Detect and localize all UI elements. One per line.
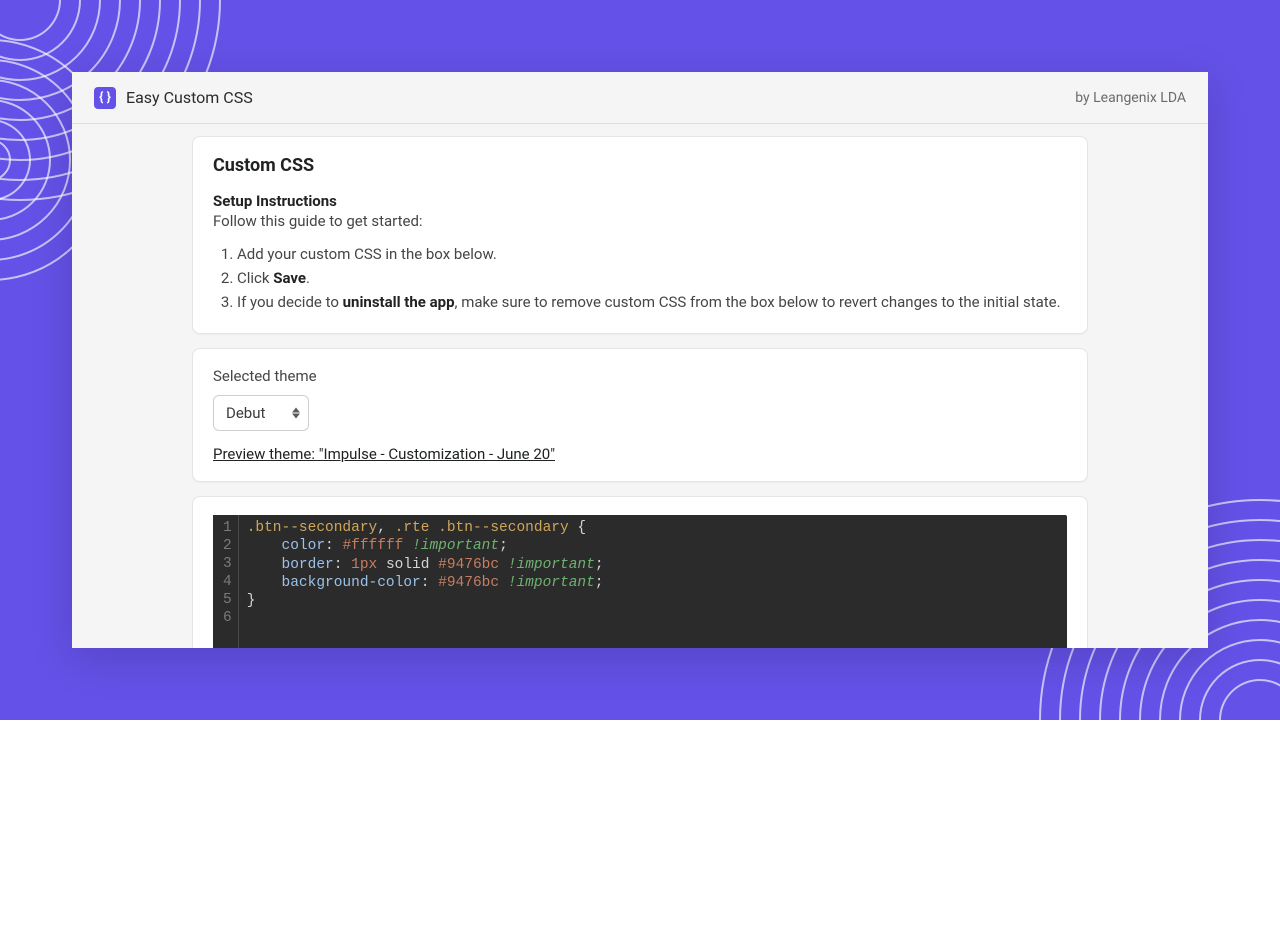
instructions-card: Custom CSS Setup Instructions Follow thi… — [192, 136, 1088, 334]
setup-heading: Setup Instructions — [213, 192, 1067, 210]
content-area: Custom CSS Setup Instructions Follow thi… — [72, 124, 1208, 648]
brand-logo-icon: { } — [94, 87, 116, 109]
theme-select[interactable]: Debut — [213, 395, 309, 431]
app-window: { } Easy Custom CSS by Leangenix LDA Cus… — [72, 72, 1208, 648]
theme-select-value: Debut — [226, 404, 265, 422]
setup-steps: Add your custom CSS in the box below. Cl… — [237, 244, 1067, 313]
theme-card: Selected theme Debut Preview theme: "Imp… — [192, 348, 1088, 482]
editor-card: 1 2 3 4 5 6 .btn--secondary, .rte .btn--… — [192, 496, 1088, 648]
brand: { } Easy Custom CSS — [94, 87, 253, 109]
theme-label: Selected theme — [213, 367, 1067, 385]
select-arrows-icon — [292, 408, 300, 419]
editor-gutter: 1 2 3 4 5 6 — [213, 515, 239, 648]
card-title: Custom CSS — [213, 155, 1067, 176]
top-bar: { } Easy Custom CSS by Leangenix LDA — [72, 72, 1208, 124]
preview-theme-link[interactable]: Preview theme: "Impulse - Customization … — [213, 445, 555, 463]
setup-lead: Follow this guide to get started: — [213, 212, 1067, 230]
code-editor[interactable]: 1 2 3 4 5 6 .btn--secondary, .rte .btn--… — [213, 515, 1067, 648]
author-label: by Leangenix LDA — [1075, 90, 1186, 106]
step-3: If you decide to uninstall the app, make… — [237, 292, 1067, 314]
brand-name: Easy Custom CSS — [126, 88, 253, 107]
screenshot-background: { } Easy Custom CSS by Leangenix LDA Cus… — [0, 0, 1280, 720]
step-2: Click Save. — [237, 268, 1067, 290]
editor-code[interactable]: .btn--secondary, .rte .btn--secondary { … — [239, 515, 612, 648]
step-1: Add your custom CSS in the box below. — [237, 244, 1067, 266]
